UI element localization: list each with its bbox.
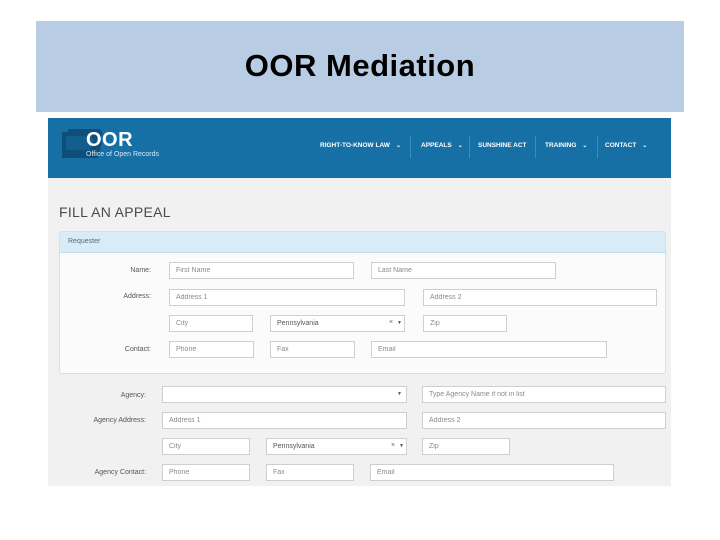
clear-icon[interactable]: × (389, 319, 393, 326)
requester-name-label: Name: (130, 267, 151, 274)
nav-contact[interactable]: CONTACT ⌄ (605, 142, 647, 149)
chevron-down-icon: ⌄ (582, 143, 588, 149)
requester-contact-label: Contact: (124, 346, 151, 353)
city-input[interactable] (169, 315, 253, 332)
chevron-down-icon: ⌄ (642, 143, 648, 149)
agency-fax-input[interactable] (266, 464, 354, 481)
nav-label: APPEALS (421, 142, 452, 149)
nav-divider (597, 136, 598, 158)
caret-down-icon: ▼ (397, 391, 402, 397)
requester-panel-header: Requester (60, 232, 665, 253)
email-input[interactable] (371, 341, 607, 358)
agency-address1-input[interactable] (162, 412, 407, 429)
nav-label: SUNSHINE ACT (478, 142, 527, 149)
slide-title: OOR Mediation (244, 48, 476, 83)
caret-down-icon: ▼ (397, 320, 402, 326)
nav-appeals[interactable]: APPEALS ⌄ (421, 142, 463, 149)
agency-label: Agency: (120, 392, 146, 399)
first-name-input[interactable] (169, 262, 354, 279)
nav-divider (469, 136, 470, 158)
requester-section-label: Requester (68, 238, 101, 245)
site-logo[interactable]: OOR (86, 129, 133, 152)
nav-label: RIGHT-TO-KNOW LAW (320, 142, 390, 149)
nav-training[interactable]: TRAINING ⌄ (545, 142, 587, 149)
last-name-input[interactable] (371, 262, 556, 279)
agency-phone-input[interactable] (162, 464, 250, 481)
agency-name-input[interactable] (422, 386, 666, 403)
agency-city-input[interactable] (162, 438, 250, 455)
state-select-value: Pennsylvania (277, 320, 319, 327)
agency-zip-input[interactable] (422, 438, 510, 455)
nav-right-to-know-law[interactable]: RIGHT-TO-KNOW LAW ⌄ (320, 142, 401, 149)
state-select[interactable]: Pennsylvania × ▼ (270, 315, 405, 332)
zip-input[interactable] (423, 315, 507, 332)
nav-divider (535, 136, 536, 158)
fax-input[interactable] (270, 341, 355, 358)
nav-sunshine-act[interactable]: SUNSHINE ACT (478, 142, 527, 149)
site-logo-subtitle: Office of Open Records (86, 151, 160, 158)
requester-address-label: Address: (123, 293, 151, 300)
nav-label: TRAINING (545, 142, 577, 149)
chevron-down-icon: ⌄ (457, 143, 463, 149)
website-screenshot: OOR Office of Open Records RIGHT-TO-KNOW… (48, 118, 671, 486)
caret-down-icon: ▼ (399, 443, 404, 449)
agency-state-select-value: Pennsylvania (273, 443, 315, 450)
agency-select[interactable]: ▼ (162, 386, 407, 403)
address1-input[interactable] (169, 289, 405, 306)
agency-contact-label: Agency Contact: (94, 469, 146, 476)
agency-address-label: Agency Address: (93, 417, 146, 424)
agency-email-input[interactable] (370, 464, 614, 481)
slide-title-band: OOR Mediation (36, 21, 684, 112)
address2-input[interactable] (423, 289, 657, 306)
agency-address2-input[interactable] (422, 412, 666, 429)
phone-input[interactable] (169, 341, 254, 358)
chevron-down-icon: ⌄ (395, 143, 401, 149)
nav-label: CONTACT (605, 142, 637, 149)
site-navbar: OOR Office of Open Records RIGHT-TO-KNOW… (48, 118, 671, 178)
page-title: FILL AN APPEAL (59, 204, 171, 220)
nav-divider (410, 136, 411, 158)
clear-icon[interactable]: × (391, 442, 395, 449)
agency-state-select[interactable]: Pennsylvania × ▼ (266, 438, 407, 455)
